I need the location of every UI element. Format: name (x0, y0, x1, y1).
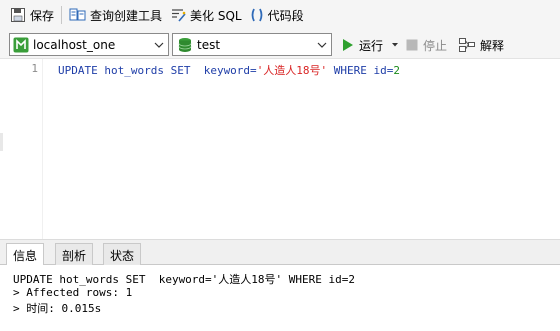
query-toolbar: localhost_one test 运行 停止 解释 (0, 30, 560, 59)
sql-string-literal: '人造人18号' (256, 64, 328, 77)
sql-where-text: WHERE id= (327, 64, 394, 77)
sql-keyword-text: UPDATE hot_words SET keyword= (58, 64, 257, 77)
save-button[interactable]: 保存 (6, 3, 58, 27)
database-select[interactable]: test (172, 33, 332, 56)
beautify-sql-label: 美化 SQL (190, 8, 242, 23)
query-builder-label: 查询创建工具 (90, 8, 163, 23)
result-tab-bar: 信息 剖析 状态 (0, 239, 560, 267)
run-button[interactable]: 运行 (342, 35, 400, 55)
query-builder-icon (69, 8, 86, 21)
output-affected-rows: > Affected rows: 1 (13, 286, 133, 299)
play-icon (343, 39, 353, 51)
main-toolbar: 保存 查询创建工具 美化 SQL 代码段 (0, 0, 560, 30)
line-number: 1 (31, 62, 38, 75)
chevron-down-icon (154, 42, 164, 48)
connection-icon (13, 37, 29, 52)
query-builder-button[interactable]: 查询创建工具 (65, 3, 166, 27)
explain-label: 解释 (480, 38, 505, 53)
beautify-sql-button[interactable]: 美化 SQL (166, 3, 246, 27)
connection-value: localhost_one (33, 37, 116, 52)
code-snippet-button[interactable]: 代码段 (246, 3, 308, 27)
stop-label: 停止 (423, 38, 448, 53)
code-snippet-label: 代码段 (267, 8, 304, 23)
stop-icon (406, 39, 418, 51)
line-number-gutter: 1 (0, 59, 43, 239)
database-value: test (197, 37, 221, 52)
connection-select[interactable]: localhost_one (9, 33, 169, 56)
explain-icon (459, 38, 475, 52)
run-label: 运行 (359, 38, 384, 53)
sql-editor[interactable]: 1 UPDATE hot_words SET keyword='人造人18号' … (0, 59, 560, 239)
save-label: 保存 (30, 8, 55, 23)
sql-code-line[interactable]: UPDATE hot_words SET keyword='人造人18号' WH… (58, 62, 400, 78)
tab-status[interactable]: 状态 (103, 243, 142, 266)
toolbar-divider (61, 6, 63, 24)
beautify-icon (172, 9, 186, 22)
code-snippet-icon (251, 8, 263, 22)
explain-button[interactable]: 解释 (459, 35, 504, 55)
save-icon (11, 8, 25, 22)
output-time: > 时间: 0.015s (13, 302, 102, 315)
chevron-down-icon[interactable] (390, 40, 400, 50)
chevron-down-icon (317, 42, 327, 48)
output-sql-line: UPDATE hot_words SET keyword='人造人18号' WH… (13, 273, 356, 286)
tab-profile[interactable]: 剖析 (55, 243, 94, 266)
sql-number-literal: 2 (393, 64, 401, 77)
editor-left-marker (0, 133, 3, 151)
database-icon (178, 37, 192, 52)
tab-info[interactable]: 信息 (6, 243, 45, 267)
stop-button[interactable]: 停止 (406, 35, 447, 55)
message-output: UPDATE hot_words SET keyword='人造人18号' WH… (0, 265, 560, 331)
